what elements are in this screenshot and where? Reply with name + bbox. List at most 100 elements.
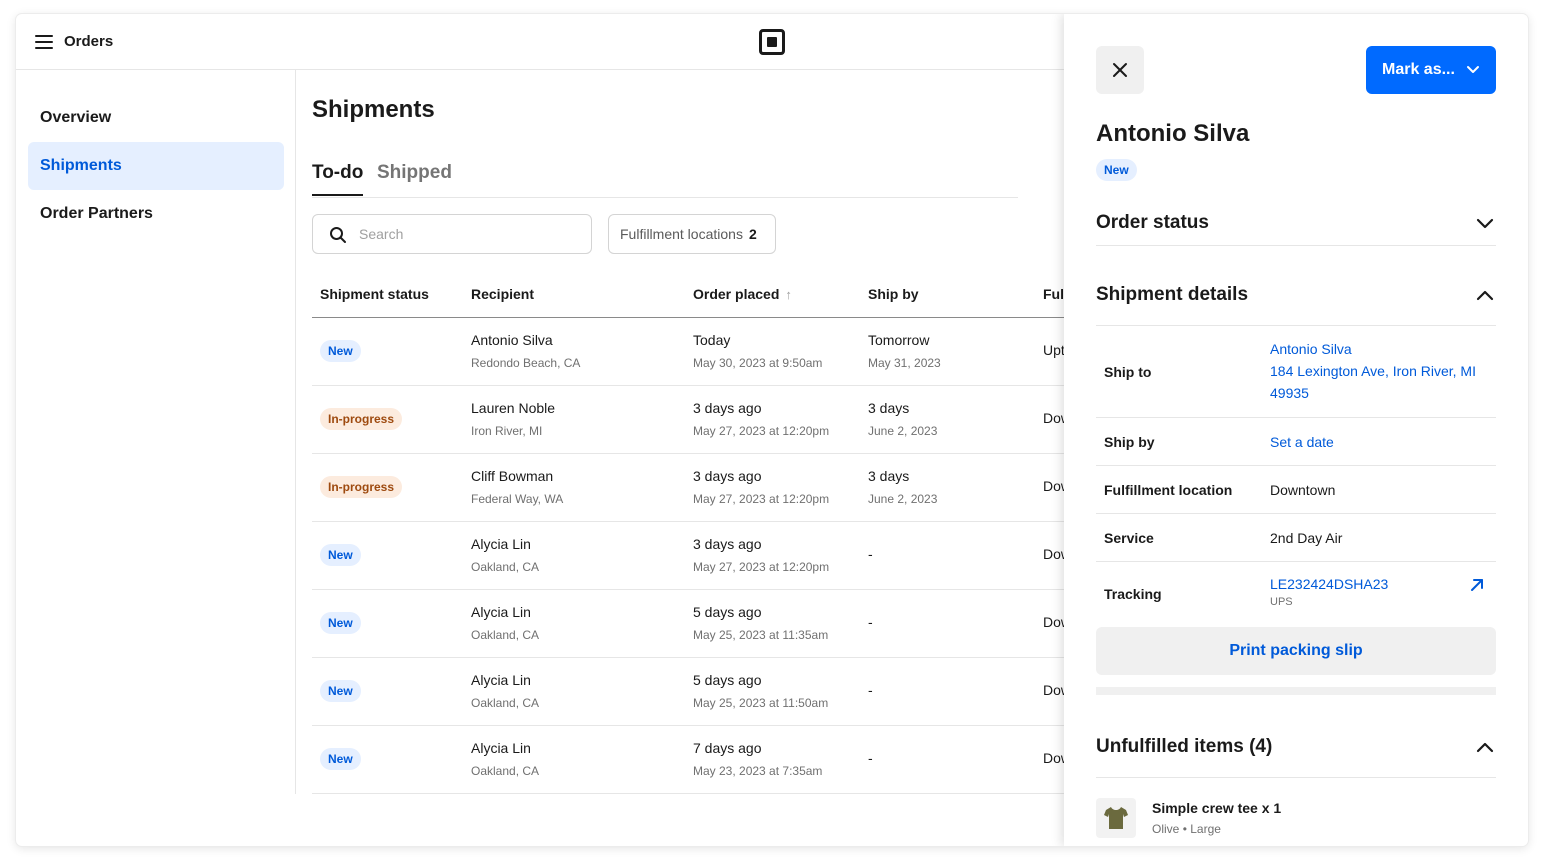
- ship-by-date: June 2, 2023: [868, 492, 938, 506]
- tab-bar: To-do Shipped: [312, 162, 1018, 198]
- status-badge: In-progress: [320, 408, 403, 430]
- search-icon: [330, 227, 346, 243]
- order-placed-relative: 3 days ago: [693, 400, 762, 416]
- status-cell: In-progress: [320, 476, 403, 498]
- recipient-name: Alycia Lin: [471, 740, 531, 756]
- tab-shipped[interactable]: Shipped: [377, 162, 452, 194]
- ship-by-empty: -: [868, 614, 873, 630]
- order-placed-date: May 25, 2023 at 11:35am: [693, 628, 829, 642]
- table-row[interactable]: New Alycia Lin Oakland, CA 3 days ago May …: [312, 522, 1072, 590]
- sort-up-icon[interactable]: ↑: [785, 287, 792, 302]
- square-logo: [759, 29, 785, 55]
- mark-as-button[interactable]: Mark as...: [1366, 46, 1496, 94]
- header-ship-by[interactable]: Ship by: [868, 286, 919, 302]
- table-row[interactable]: New Antonio Silva Redondo Beach, CA Today…: [312, 318, 1072, 386]
- recipient-name: Cliff Bowman: [471, 468, 554, 484]
- order-placed-date: May 25, 2023 at 11:50am: [693, 696, 829, 710]
- order-placed-date: May 27, 2023 at 12:20pm: [693, 424, 830, 438]
- chevron-down-icon: [1476, 218, 1494, 229]
- unfulfilled-items-title: Unfulfilled items (4): [1096, 736, 1273, 757]
- header-order-placed[interactable]: Order placed ↑: [693, 286, 792, 302]
- set-a-date-link[interactable]: Set a date: [1270, 431, 1334, 453]
- table-row[interactable]: New Alycia Lin Oakland, CA 5 days ago May …: [312, 658, 1072, 726]
- ship-by-empty: -: [868, 546, 873, 562]
- recipient-name: Alycia Lin: [471, 672, 531, 688]
- line-item[interactable]: Simple crew tee x 1 Olive • Large: [1096, 798, 1496, 838]
- shipment-details-title: Shipment details: [1096, 284, 1249, 305]
- ship-by-relative: 3 days: [868, 400, 910, 416]
- detail-row-ship-to: Ship to Antonio Silva 184 Lexington Ave,…: [1096, 326, 1496, 418]
- order-placed-relative: 5 days ago: [693, 604, 762, 620]
- table-row[interactable]: New Alycia Lin Oakland, CA 5 days ago May …: [312, 590, 1072, 658]
- chevron-down-icon: [1467, 66, 1479, 73]
- detail-row-ship-by: Ship by Set a date: [1096, 418, 1496, 466]
- status-badge: New: [320, 748, 361, 770]
- tab-to-do[interactable]: To-do: [312, 162, 364, 196]
- order-placed-date: May 30, 2023 at 9:50am: [693, 356, 823, 370]
- fulfillment-locations-filter[interactable]: Fulfillment locations 2: [608, 214, 776, 254]
- search-input[interactable]: [359, 223, 579, 245]
- ship-by-empty: -: [868, 750, 873, 766]
- status-badge-wrapper: New: [1096, 159, 1137, 181]
- status-cell: New: [320, 748, 361, 770]
- order-placed-relative: 5 days ago: [693, 672, 762, 688]
- shipment-details-section-header[interactable]: Shipment details: [1096, 274, 1496, 326]
- table-row[interactable]: New Alycia Lin Oakland, CA 7 days ago May …: [312, 726, 1072, 794]
- recipient-name: Alycia Lin: [471, 604, 531, 620]
- unfulfilled-items-section-header[interactable]: Unfulfilled items (4): [1096, 726, 1496, 778]
- hamburger-icon[interactable]: [35, 35, 53, 49]
- chevron-up-icon: [1476, 290, 1494, 301]
- status-badge: New: [320, 612, 361, 634]
- fulfillment-cell: Upt: [1043, 342, 1065, 358]
- order-placed-date: May 23, 2023 at 7:35am: [693, 764, 823, 778]
- recipient-location: Oakland, CA: [471, 764, 540, 778]
- sidebar: Overview Shipments Order Partners: [16, 70, 296, 794]
- mark-as-label: Mark as...: [1382, 61, 1455, 78]
- item-name: Simple crew tee x 1: [1152, 800, 1282, 816]
- search-box[interactable]: [312, 214, 592, 254]
- print-packing-slip-button[interactable]: Print packing slip: [1096, 627, 1496, 675]
- ship-by-relative: 3 days: [868, 468, 910, 484]
- order-status-title: Order status: [1096, 212, 1209, 233]
- tracking-number-link[interactable]: LE232424DSHA23: [1270, 573, 1388, 595]
- ship-to-address-line-2[interactable]: 49935: [1270, 382, 1476, 404]
- external-link-icon[interactable]: [1470, 578, 1484, 592]
- close-icon: [1113, 63, 1127, 77]
- filter-count: 2: [748, 226, 757, 242]
- ship-to-name-link[interactable]: Antonio Silva: [1270, 338, 1476, 360]
- sidebar-item-overview[interactable]: Overview: [28, 94, 284, 142]
- ship-by-date: June 2, 2023: [868, 424, 938, 438]
- status-badge: New: [1096, 159, 1137, 181]
- recipient-location: Oakland, CA: [471, 696, 540, 710]
- order-status-section-header[interactable]: Order status: [1096, 202, 1496, 246]
- ship-by-label: Ship by: [1104, 434, 1155, 450]
- header-recipient[interactable]: Recipient: [471, 286, 534, 302]
- sidebar-item-order-partners[interactable]: Order Partners: [28, 190, 284, 238]
- recipient-location: Federal Way, WA: [471, 492, 564, 506]
- order-placed-relative: 7 days ago: [693, 740, 762, 756]
- service-label: Service: [1104, 530, 1154, 546]
- filter-label: Fulfillment locations: [620, 226, 743, 242]
- status-cell: New: [320, 680, 361, 702]
- item-variant: Olive • Large: [1152, 822, 1221, 836]
- header-fulfillment[interactable]: Ful: [1043, 286, 1064, 302]
- header-shipment-status[interactable]: Shipment status: [320, 286, 429, 302]
- tracking-label: Tracking: [1104, 586, 1162, 602]
- close-button[interactable]: [1096, 46, 1144, 94]
- table-row[interactable]: In-progress Lauren Noble Iron River, MI 3…: [312, 386, 1072, 454]
- order-placed-date: May 27, 2023 at 12:20pm: [693, 492, 830, 506]
- sidebar-item-shipments[interactable]: Shipments: [28, 142, 284, 190]
- fulfillment-location-value: Downtown: [1270, 482, 1336, 498]
- status-cell: New: [320, 612, 361, 634]
- product-thumbnail: [1096, 798, 1136, 838]
- ship-to-address-line-1[interactable]: 184 Lexington Ave, Iron River, MI: [1270, 360, 1476, 382]
- recipient-location: Iron River, MI: [471, 424, 543, 438]
- header-order-placed-label: Order placed: [693, 286, 780, 302]
- table-header: Shipment status Recipient Order placed ↑ …: [312, 274, 1072, 318]
- status-cell: New: [320, 340, 361, 362]
- detail-row-tracking: Tracking LE232424DSHA23 UPS: [1096, 562, 1496, 618]
- table-row[interactable]: In-progress Cliff Bowman Federal Way, WA …: [312, 454, 1072, 522]
- ship-by-date: May 31, 2023: [868, 356, 941, 370]
- ship-to-label: Ship to: [1104, 364, 1152, 380]
- detail-row-service: Service 2nd Day Air: [1096, 514, 1496, 562]
